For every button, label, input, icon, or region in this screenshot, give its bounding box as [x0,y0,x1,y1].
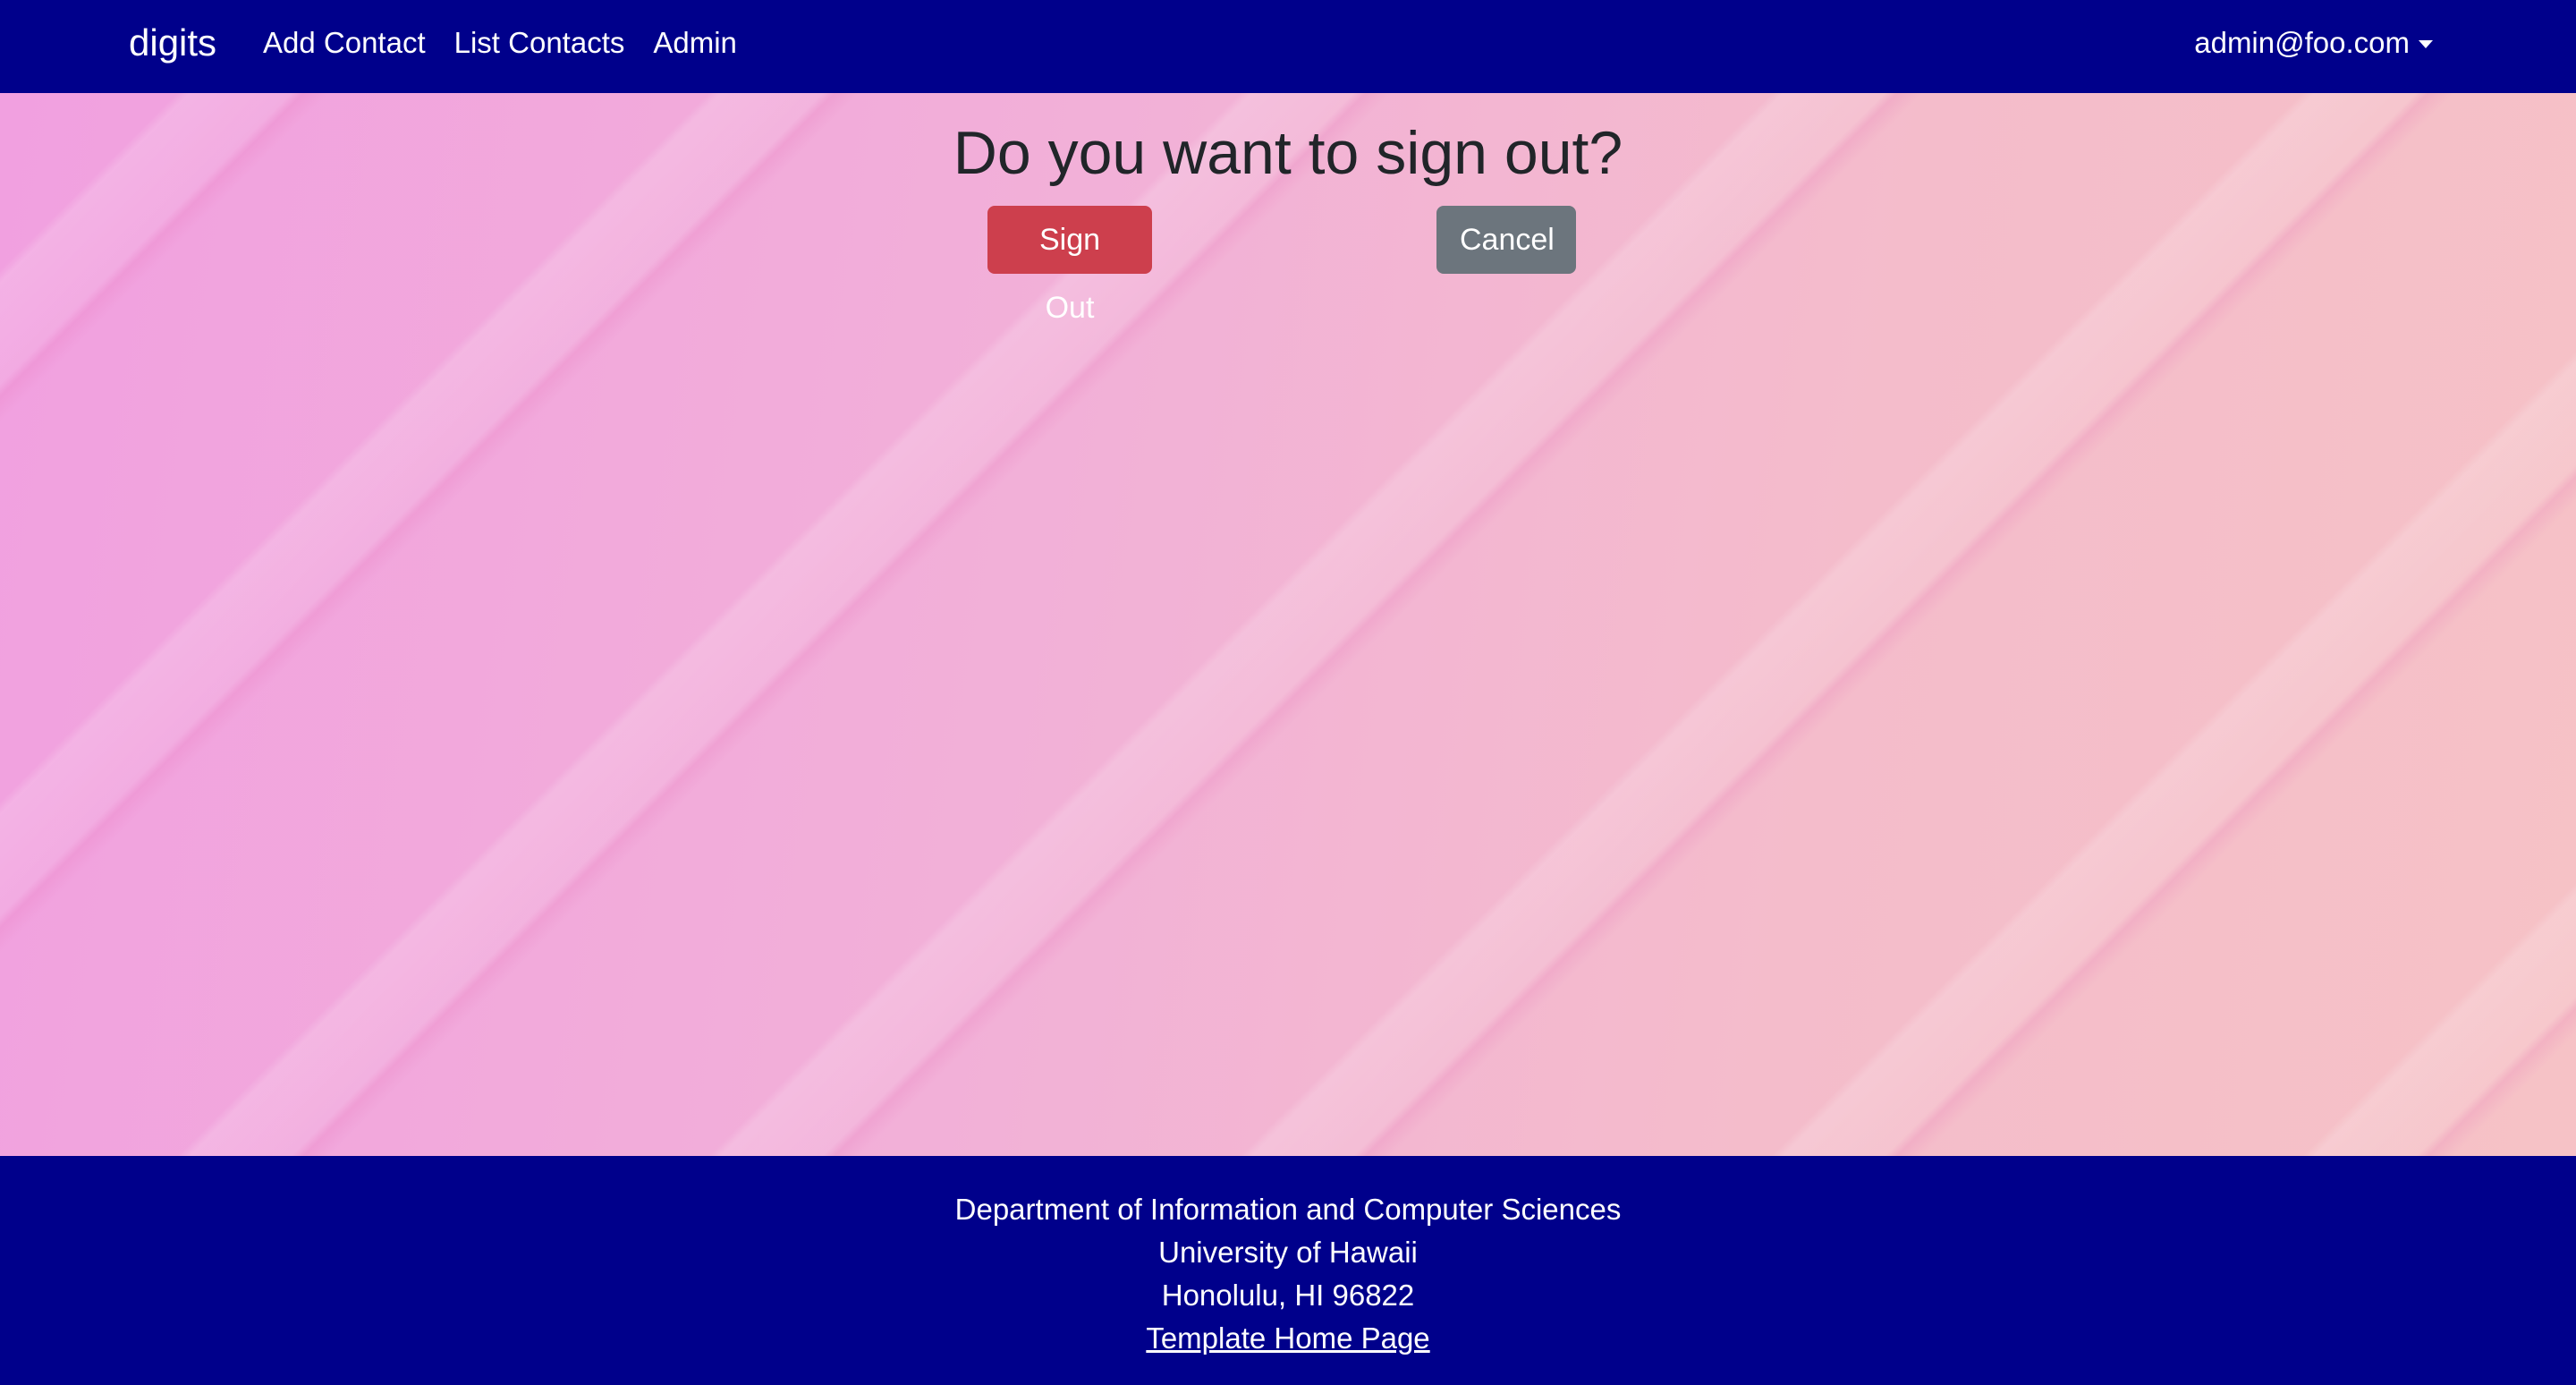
user-menu-dropdown[interactable]: admin@foo.com [2194,21,2433,64]
cancel-button[interactable]: Cancel [1436,206,1576,274]
brand-logo-link[interactable]: digits [129,18,216,68]
page-title: Do you want to sign out? [953,119,1623,187]
page: digits Add Contact List Contacts Admin a… [0,0,2576,1385]
sign-out-button[interactable]: Sign Out [987,206,1152,325]
page-footer: Department of Information and Computer S… [0,1156,2576,1385]
top-navbar: digits Add Contact List Contacts Admin a… [0,0,2576,93]
template-home-page-link[interactable]: Template Home Page [1146,1317,1429,1360]
nav-link-add-contact[interactable]: Add Contact [263,21,426,64]
nav-link-list-contacts[interactable]: List Contacts [454,21,625,64]
footer-content: Department of Information and Computer S… [0,1156,2576,1360]
signout-main: Do you want to sign out? Sign Out Cancel [0,93,2576,1156]
background-pattern [0,93,2576,1156]
footer-department: Department of Information and Computer S… [954,1193,1622,1226]
footer-address: Honolulu, HI 96822 [1161,1279,1415,1312]
nav-link-admin[interactable]: Admin [653,21,737,64]
nav-links: Add Contact List Contacts Admin [263,21,737,64]
caret-down-icon [2419,39,2433,48]
footer-university: University of Hawaii [1158,1236,1418,1269]
user-email: admin@foo.com [2194,26,2410,59]
